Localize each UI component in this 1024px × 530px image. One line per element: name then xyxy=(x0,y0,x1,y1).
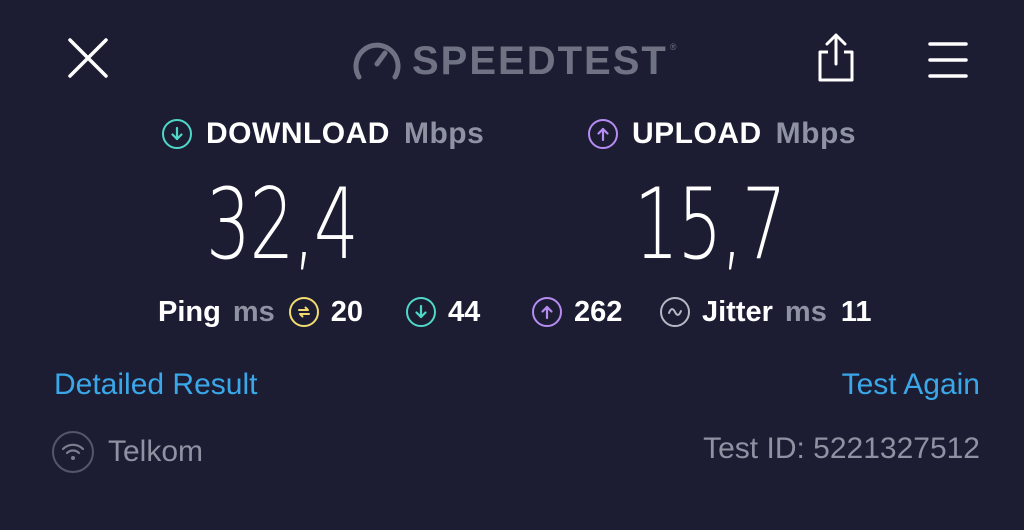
wifi-icon xyxy=(52,431,94,473)
upload-label: UPLOAD xyxy=(632,117,762,150)
jitter-icon xyxy=(660,297,690,327)
ping-download-value: 44 xyxy=(448,295,481,328)
share-icon xyxy=(818,33,854,82)
upload-header: UPLOAD Mbps xyxy=(588,112,888,156)
jitter-unit: ms xyxy=(784,295,827,328)
arrow-down-circle-icon xyxy=(162,119,192,149)
ping-unit: ms xyxy=(232,295,275,328)
brand-name: SPEEDTEST xyxy=(412,39,668,83)
download-panel: DOWNLOAD Mbps 32,4 xyxy=(162,112,522,282)
top-bar: SPEEDTEST ® xyxy=(0,0,1024,120)
download-unit: Mbps xyxy=(403,117,485,150)
ping-upload-value: 262 xyxy=(574,295,623,328)
detailed-result-link[interactable]: Detailed Result xyxy=(54,368,257,402)
ping-download-metric: 44 xyxy=(406,290,480,334)
upload-unit: Mbps xyxy=(775,117,856,150)
upload-panel: UPLOAD Mbps 15,7 xyxy=(588,112,888,282)
ping-idle-value: 20 xyxy=(330,295,364,328)
gauge-icon xyxy=(353,42,401,80)
close-icon xyxy=(68,38,108,78)
test-again-link[interactable]: Test Again xyxy=(842,368,980,402)
upload-value: 15,7 xyxy=(634,168,787,282)
ping-upload-metric: 262 xyxy=(532,290,622,334)
download-label: DOWNLOAD xyxy=(206,117,390,150)
menu-button[interactable] xyxy=(924,38,972,82)
ping-label: Ping xyxy=(158,295,221,328)
jitter-value: 11 xyxy=(840,295,872,328)
speedtest-logo: SPEEDTEST ® xyxy=(352,36,676,86)
jitter-label: Jitter xyxy=(702,295,773,328)
close-button[interactable] xyxy=(62,36,114,84)
arrow-up-circle-icon xyxy=(588,119,618,149)
metrics-row: Ping ms 20 44 262 Jitter ms 11 xyxy=(158,290,898,334)
isp-name: Telkom xyxy=(108,435,204,468)
brand-mark: ® xyxy=(669,42,677,52)
download-header: DOWNLOAD Mbps xyxy=(162,112,522,156)
share-button[interactable] xyxy=(812,32,860,84)
menu-icon xyxy=(928,42,968,78)
ping-icon xyxy=(288,297,319,327)
isp-info: Telkom xyxy=(52,430,203,474)
arrow-up-circle-icon xyxy=(532,297,562,327)
speedtest-result-screen: SPEEDTEST ® DOWNLOAD Mbps 32,4 UPLOAD Mb… xyxy=(0,0,1024,530)
ping-idle-metric: Ping ms 20 xyxy=(158,290,363,334)
jitter-metric: Jitter ms 11 xyxy=(660,290,872,334)
download-value: 32,4 xyxy=(206,168,359,282)
test-id: Test ID: 5221327512 xyxy=(703,432,980,465)
arrow-down-circle-icon xyxy=(406,297,436,327)
